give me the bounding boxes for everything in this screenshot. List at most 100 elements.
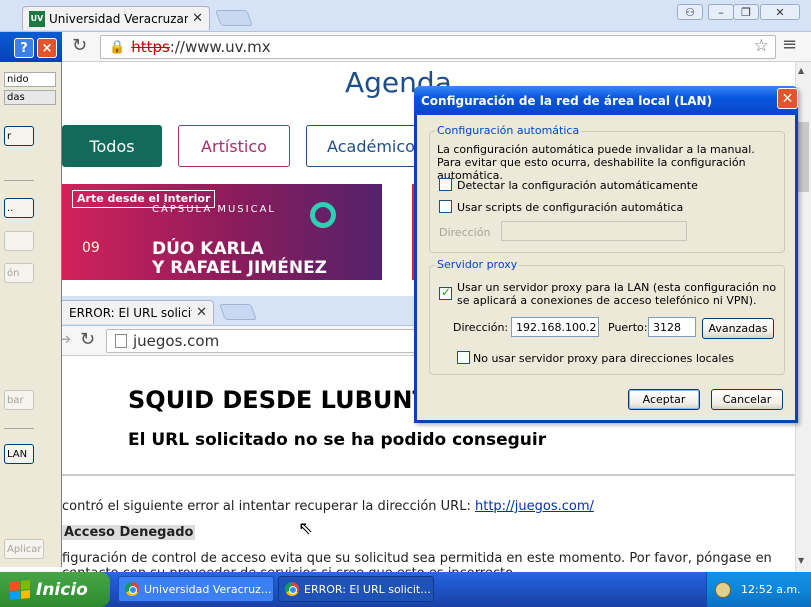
reload-icon[interactable]: ↻ bbox=[72, 35, 87, 56]
auto-script-label[interactable]: Usar scripts de configuración automática bbox=[457, 201, 683, 214]
options-button[interactable]: ón bbox=[4, 263, 34, 283]
internet-options-window: ? × nido das r .. ón bar LAN Aplicar bbox=[0, 32, 62, 567]
lan-settings-dialog: Configuración de la red de área local (L… bbox=[414, 86, 798, 423]
options-button[interactable]: .. bbox=[4, 198, 34, 218]
windows-logo-icon bbox=[10, 579, 30, 600]
browser-toolbar: ↻ 🔒 https://www.uv.mx ☆ ≡ bbox=[0, 32, 811, 62]
divider bbox=[62, 474, 795, 476]
taskbar-item-error[interactable]: ERROR: El URL solicit... bbox=[278, 576, 434, 602]
new-tab-button[interactable] bbox=[219, 304, 257, 320]
ring-graphic-icon bbox=[310, 202, 336, 228]
chrome-icon bbox=[125, 582, 139, 596]
bookmark-star-icon[interactable]: ☆ bbox=[754, 36, 769, 56]
error-text: contró el siguiente error al intentar re… bbox=[62, 499, 471, 514]
scroll-down-icon[interactable]: ▼ bbox=[798, 556, 804, 565]
help-button[interactable]: ? bbox=[14, 38, 34, 58]
options-list-item[interactable]: das bbox=[4, 90, 56, 105]
mouse-cursor-icon: ⇖ bbox=[298, 518, 314, 539]
tab-close-icon[interactable]: ✕ bbox=[192, 11, 203, 26]
banner-date: 09 bbox=[82, 240, 100, 256]
options-titlebar: ? × bbox=[0, 32, 62, 62]
options-button[interactable]: bar bbox=[4, 390, 34, 410]
dialog-close-button[interactable]: ✕ bbox=[777, 88, 798, 109]
taskbar-item-label: ERROR: El URL solicit... bbox=[304, 582, 431, 596]
dialog-titlebar: Configuración de la red de área local (L… bbox=[414, 86, 798, 115]
start-label: Inicio bbox=[36, 579, 88, 600]
tab-title: ERROR: El URL solicitado no bbox=[69, 305, 192, 320]
url-scheme: https bbox=[131, 38, 170, 56]
reload-icon[interactable]: ↻ bbox=[80, 329, 95, 350]
policy-line-1: figuración de control de acceso evita qu… bbox=[62, 551, 772, 566]
tab-universidad-veracruzana[interactable]: UV Universidad Veracruzana ✕ bbox=[22, 6, 210, 30]
clock: 12:52 a.m. bbox=[741, 583, 801, 596]
user-icon[interactable]: ⚇ bbox=[677, 4, 703, 20]
page-heading: SQUID DESDE LUBUNTU bbox=[128, 386, 449, 414]
filter-artistico-button[interactable]: Artístico bbox=[178, 125, 290, 167]
separator bbox=[4, 180, 34, 181]
bypass-local-checkbox[interactable] bbox=[457, 351, 470, 364]
new-tab-button[interactable] bbox=[215, 10, 253, 26]
script-address-input[interactable] bbox=[501, 221, 687, 241]
scroll-up-icon[interactable]: ▲ bbox=[798, 66, 804, 75]
banner-line1: DÚO KARLA bbox=[152, 239, 264, 259]
page-icon bbox=[115, 334, 127, 348]
start-button[interactable]: Inicio bbox=[0, 572, 110, 607]
lan-settings-button[interactable]: LAN bbox=[4, 444, 34, 464]
filter-todos-button[interactable]: Todos bbox=[62, 125, 162, 167]
ok-button[interactable]: Aceptar bbox=[628, 389, 700, 410]
insecure-lock-icon: 🔒 bbox=[109, 39, 126, 55]
tab-title: Universidad Veracruzana bbox=[49, 11, 189, 26]
detect-settings-checkbox[interactable] bbox=[439, 178, 452, 191]
auto-config-legend: Configuración automática bbox=[435, 124, 582, 137]
uv-favicon-icon: UV bbox=[29, 10, 45, 27]
banner-line2: Y RAFAEL JIMÉNEZ bbox=[152, 258, 328, 278]
tab-strip: UV Universidad Veracruzana ✕ ⚇ – ❐ ✕ bbox=[0, 0, 811, 32]
banner-headline: DÚO KARLA Y RAFAEL JIMÉNEZ bbox=[152, 240, 327, 278]
chrome-icon bbox=[285, 582, 299, 596]
port-input[interactable]: 3128 bbox=[648, 317, 696, 337]
url-text: juegos.com bbox=[133, 332, 220, 350]
denied-label: Acceso Denegado bbox=[62, 525, 196, 540]
proxy-address-label: Dirección: bbox=[453, 321, 509, 334]
address-bar[interactable]: 🔒 https://www.uv.mx ☆ bbox=[100, 35, 776, 59]
volume-icon[interactable] bbox=[715, 581, 731, 598]
tab-close-icon[interactable]: ✕ bbox=[196, 305, 207, 320]
url-text: ://www.uv.mx bbox=[169, 38, 271, 56]
restore-button[interactable]: ❐ bbox=[733, 4, 759, 20]
options-button[interactable]: r bbox=[4, 126, 34, 146]
detect-settings-label[interactable]: Detectar la configuración automáticament… bbox=[457, 179, 698, 192]
banner-caption: CÁPSULA MUSICAL bbox=[152, 204, 276, 215]
taskbar-item-label: Universidad Veracruz... bbox=[144, 582, 272, 596]
menu-icon[interactable]: ≡ bbox=[782, 34, 797, 55]
auto-script-checkbox[interactable] bbox=[439, 200, 452, 213]
forward-icon[interactable]: → bbox=[62, 329, 71, 350]
proxy-legend: Servidor proxy bbox=[435, 258, 520, 271]
taskbar: Inicio Universidad Veracruz... ERROR: El… bbox=[0, 572, 811, 607]
port-label: Puerto: bbox=[608, 321, 648, 334]
minimize-button[interactable]: – bbox=[708, 4, 734, 20]
advanced-button[interactable]: Avanzadas bbox=[702, 318, 774, 339]
use-proxy-checkbox[interactable] bbox=[439, 285, 452, 300]
tab-error-url[interactable]: ERROR: El URL solicitado no ✕ bbox=[62, 300, 214, 324]
cancel-button[interactable]: Cancelar bbox=[711, 389, 783, 410]
event-banner[interactable]: Arte desde el Interior CÁPSULA MUSICAL 0… bbox=[62, 184, 382, 280]
auto-config-description: La configuración automática puede invali… bbox=[437, 143, 755, 182]
options-list-item[interactable]: nido bbox=[4, 72, 56, 87]
page-subheading: El URL solicitado no se ha podido conseg… bbox=[128, 430, 547, 450]
denied-row: Acceso Denegado bbox=[62, 525, 196, 540]
options-button[interactable] bbox=[4, 231, 34, 251]
apply-button[interactable]: Aplicar bbox=[4, 539, 44, 559]
options-close-button[interactable]: × bbox=[37, 38, 57, 58]
bypass-local-label[interactable]: No usar servidor proxy para direcciones … bbox=[473, 352, 734, 365]
close-window-button[interactable]: ✕ bbox=[760, 4, 800, 20]
error-link[interactable]: http://juegos.com/ bbox=[475, 499, 594, 514]
system-tray: 12:52 a.m. bbox=[706, 572, 811, 607]
proxy-address-input[interactable]: 192.168.100.2 bbox=[511, 317, 599, 337]
error-paragraph: contró el siguiente error al intentar re… bbox=[62, 499, 594, 514]
taskbar-item-uv[interactable]: Universidad Veracruz... bbox=[118, 576, 274, 602]
separator bbox=[4, 428, 34, 429]
use-proxy-label[interactable]: Usar un servidor proxy para la LAN (esta… bbox=[457, 281, 777, 307]
script-address-label: Dirección bbox=[439, 226, 491, 239]
scrollbar-thumb[interactable] bbox=[798, 122, 809, 192]
dialog-title: Configuración de la red de área local (L… bbox=[421, 94, 713, 108]
